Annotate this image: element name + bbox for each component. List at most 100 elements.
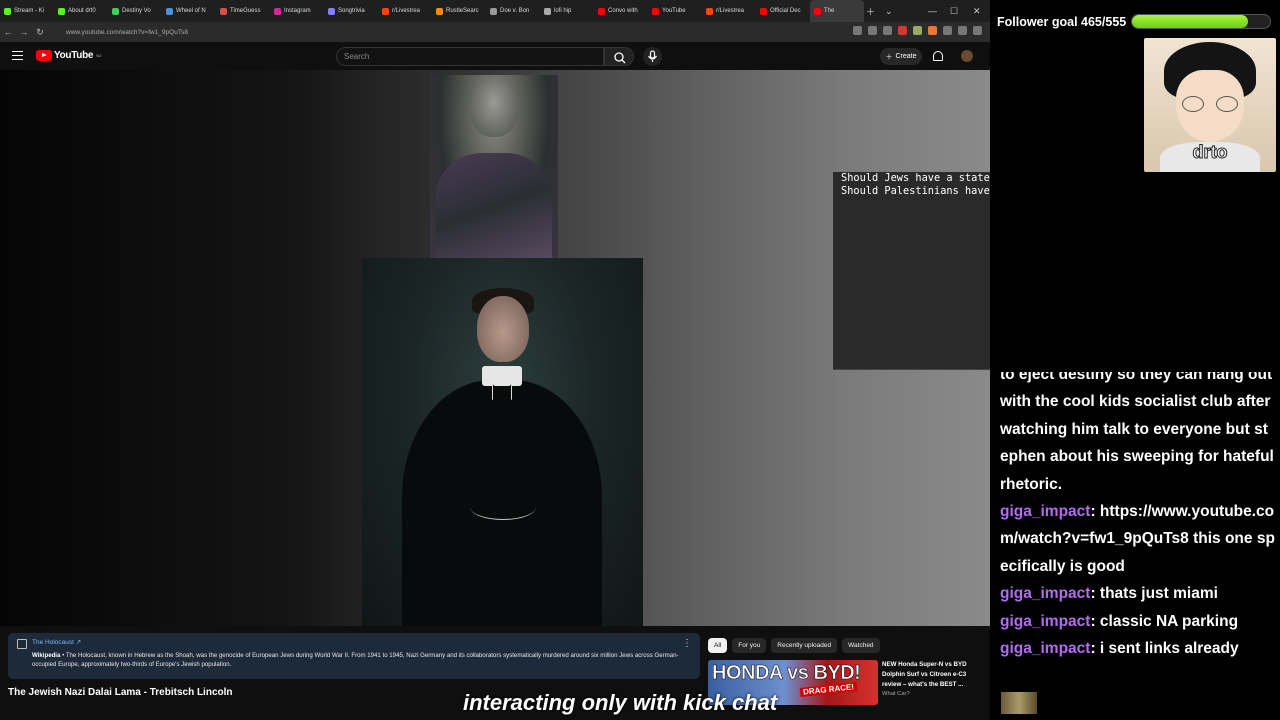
tab-favicon-icon [274,7,281,15]
search-icon [614,52,626,64]
chat-text: thats just miami [1099,585,1218,603]
tab-favicon-icon [382,7,389,15]
stream-screen: Stream - Ki About drt0 Destiny Vo Wheel of … [0,0,1280,720]
forward-icon[interactable]: → [16,27,32,37]
tab-label: The [824,8,835,14]
create-button[interactable]: ＋ Create [880,48,922,65]
extension-icon[interactable] [943,26,952,35]
extensions-toolbar [853,26,982,35]
browser-tab[interactable]: Stream - Ki [0,0,54,22]
plus-icon: ＋ [885,53,893,61]
tab-label: TimeGuess [230,8,261,14]
tab-label: Doe v. Bon [500,8,530,14]
chat-username[interactable]: giga_impact [1000,640,1090,657]
tab-favicon-icon [652,7,659,15]
chat-username[interactable]: giga_impact [1000,503,1090,520]
maximize-button[interactable]: ☐ [950,0,958,22]
follower-goal-progress-fill [1132,15,1248,28]
extension-icon[interactable] [898,26,907,35]
search-button[interactable] [604,47,634,66]
tab-favicon-icon [490,7,497,15]
chip-all[interactable]: All [708,638,728,653]
chat-text: classic NA parking [1099,612,1239,630]
chat-message: giga_impact: thats just miami [1000,585,1218,603]
new-tab-button[interactable]: ＋ [866,0,875,22]
chat-log: to eject destiny so they can hang out wi… [1000,361,1276,662]
hamburger-menu-icon[interactable] [12,51,23,60]
browser-tab[interactable]: lofi hip [540,0,594,22]
tab-favicon-icon [112,7,119,15]
tab-label: Songtrivia [338,8,365,14]
region-badge: NZ [96,53,102,58]
youtube-logo-text: YouTube [54,50,94,61]
browser-tab[interactable]: Songtrivia [324,0,378,22]
browser-tab[interactable]: r/Livestrea [378,0,432,22]
browser-tab[interactable]: About drt0 [54,0,108,22]
minimize-button[interactable]: — [928,0,937,22]
tab-favicon-icon [814,7,821,15]
tab-label: Convo with [608,8,638,14]
bookmark-star-icon[interactable] [883,26,892,35]
more-options-icon[interactable]: ⋮ [682,638,692,649]
recommended-video-title[interactable]: NEW Honda Super-N vs BYD Dolphin Surf vs… [882,660,982,690]
menu-icon[interactable] [973,26,982,35]
notifications-bell-icon[interactable] [933,51,943,61]
close-window-button[interactable]: ✕ [973,0,981,22]
tab-favicon-icon [166,7,173,15]
chip-recently-uploaded[interactable]: Recently uploaded [771,638,838,653]
context-info-card: ⋮ The Holocaust ↗ Wikipedia • The Holoca… [8,633,700,679]
chat-username[interactable]: giga_impact [1000,585,1090,602]
browser-tab-bar: Stream - Ki About drt0 Destiny Vo Wheel of … [0,0,990,22]
youtube-logo[interactable]: YouTube NZ [36,50,102,61]
recommended-video-channel[interactable]: What Car? [882,691,910,697]
tab-favicon-icon [220,7,227,15]
voice-search-button[interactable] [643,47,662,66]
follower-goal-widget: Follower goal 465/555 [997,11,1274,33]
tab-label: Wheel of N [176,8,206,14]
tab-favicon-icon [436,7,443,15]
address-bar: ← → ↻ www.youtube.com/watch?v=fw1_9pQuTs… [0,22,990,42]
browser-tab[interactable]: Official Dec [756,0,810,22]
chat-text: i sent links already [1099,640,1239,658]
browser-tab[interactable]: Instagram [270,0,324,22]
extension-icon[interactable] [913,26,922,35]
extension-icon[interactable] [868,26,877,35]
recommendation-filter-chips: All For you Recently uploaded Watched [708,638,880,653]
tab-favicon-icon [706,7,713,15]
extension-icon[interactable] [928,26,937,35]
chip-watched[interactable]: Watched [842,638,880,653]
tab-label: YouTube [662,8,686,14]
browser-tab[interactable]: The [810,0,864,22]
back-icon[interactable]: ← [0,27,16,37]
video-frame-portrait-bald-man [430,75,558,261]
search-input[interactable]: Search [336,47,604,66]
tab-label: r/Livestrea [392,8,421,14]
browser-tab[interactable]: Wheel of N [162,0,216,22]
microphone-icon [648,50,657,62]
streamer-name: drto [1192,142,1228,163]
tab-label: Destiny Vo [122,8,151,14]
browser-tab[interactable]: Doe v. Bon [486,0,540,22]
browser-tab[interactable]: RustleSearc [432,0,486,22]
account-avatar[interactable] [961,50,973,62]
streamer-webcam-avatar: drto [1144,38,1276,172]
url-field[interactable]: www.youtube.com/watch?v=fw1_9pQuTs8 [66,29,188,36]
chip-for-you[interactable]: For you [732,638,767,653]
create-label: Create [895,53,917,60]
browser-tab[interactable]: r/Livestrea [702,0,756,22]
reload-icon[interactable]: ↻ [32,27,48,38]
extension-icon[interactable] [853,26,862,35]
video-title: The Jewish Nazi Dalai Lama - Trebitsch L… [8,687,233,698]
youtube-header: YouTube NZ Search ＋ Create [0,42,990,70]
info-card-title-link[interactable]: The Holocaust ↗ [32,638,692,646]
browser-tab[interactable]: Destiny Vo [108,0,162,22]
tab-favicon-icon [598,7,605,15]
extensions-puzzle-icon[interactable] [958,26,967,35]
follower-goal-label: Follower goal 465/555 [997,15,1127,29]
tab-favicon-icon [544,7,551,15]
browser-tab[interactable]: YouTube [648,0,702,22]
browser-tab[interactable]: TimeGuess [216,0,270,22]
chat-username[interactable]: giga_impact [1000,613,1090,630]
browser-tab[interactable]: Convo with [594,0,648,22]
tab-list-icon[interactable]: ⌄ [885,0,893,22]
